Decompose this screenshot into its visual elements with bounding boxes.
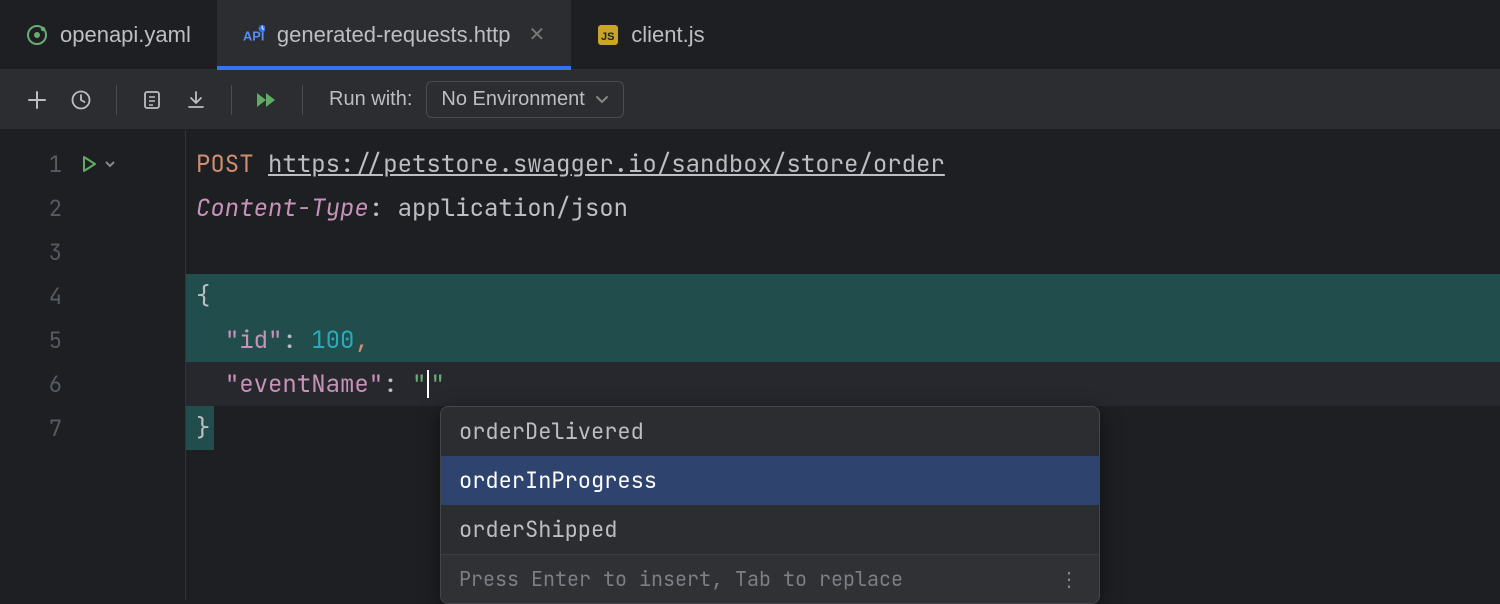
more-icon[interactable]: ⋮: [1059, 566, 1081, 592]
api-icon: API: [243, 24, 265, 46]
header-name: Content-Type: [196, 193, 369, 224]
text-caret: [427, 370, 429, 398]
separator: [231, 85, 232, 115]
add-button[interactable]: [22, 85, 52, 115]
line-number: 1: [0, 150, 62, 179]
chevron-down-icon[interactable]: [104, 159, 116, 169]
svg-text:JS: JS: [601, 31, 614, 43]
tab-bar: openapi.yaml API generated-requests.http…: [0, 0, 1500, 70]
js-icon: JS: [597, 24, 619, 46]
code-area[interactable]: POST https://petstore.swagger.io/sandbox…: [186, 130, 1500, 600]
chevron-down-icon: [595, 95, 609, 105]
history-button[interactable]: [66, 85, 96, 115]
completion-popup: orderDelivered orderInProgress orderShip…: [440, 406, 1100, 604]
tab-label: openapi.yaml: [60, 22, 191, 48]
examples-button[interactable]: [137, 85, 167, 115]
gutter: 1 2 3 4 5 6 7: [0, 130, 186, 600]
tab-openapi[interactable]: openapi.yaml: [0, 0, 217, 69]
run-icon[interactable]: [80, 155, 98, 173]
line-number: 2: [0, 194, 62, 223]
environment-value: No Environment: [441, 88, 584, 111]
run-with-label: Run with:: [329, 88, 412, 111]
line-number: 7: [0, 414, 62, 443]
import-button[interactable]: [181, 85, 211, 115]
line-number: 3: [0, 238, 62, 267]
code-line[interactable]: "eventName": "": [186, 362, 1500, 406]
code-line[interactable]: "id": 100,: [186, 318, 1500, 362]
completion-item[interactable]: orderDelivered: [441, 407, 1099, 456]
run-all-button[interactable]: [252, 85, 282, 115]
http-url: https://petstore.swagger.io/sandbox/stor…: [268, 149, 945, 180]
code-line[interactable]: Content-Type: application/json: [186, 186, 1500, 230]
close-icon[interactable]: ✕: [528, 22, 545, 47]
completion-item[interactable]: orderInProgress: [441, 456, 1099, 505]
completion-hint: Press Enter to insert, Tab to replace ⋮: [441, 554, 1099, 603]
line-number: 6: [0, 370, 62, 399]
tab-label: generated-requests.http: [277, 22, 511, 48]
separator: [116, 85, 117, 115]
environment-select[interactable]: No Environment: [426, 81, 623, 118]
tab-generated-requests[interactable]: API generated-requests.http ✕: [217, 0, 571, 69]
http-method: POST: [196, 149, 254, 180]
completion-item[interactable]: orderShipped: [441, 505, 1099, 554]
line-number: 5: [0, 326, 62, 355]
tab-label: client.js: [631, 22, 704, 48]
tab-client-js[interactable]: JS client.js: [571, 0, 730, 69]
line-number: 4: [0, 282, 62, 311]
http-toolbar: Run with: No Environment: [0, 70, 1500, 130]
code-line[interactable]: POST https://petstore.swagger.io/sandbox…: [186, 142, 1500, 186]
code-line[interactable]: }: [186, 406, 214, 450]
header-value: application/json: [398, 193, 628, 224]
separator: [302, 85, 303, 115]
editor[interactable]: 1 2 3 4 5 6 7 POST https://petstore.swag…: [0, 130, 1500, 600]
code-line[interactable]: {: [186, 274, 1500, 318]
code-line[interactable]: [186, 230, 1500, 274]
openapi-icon: [26, 24, 48, 46]
